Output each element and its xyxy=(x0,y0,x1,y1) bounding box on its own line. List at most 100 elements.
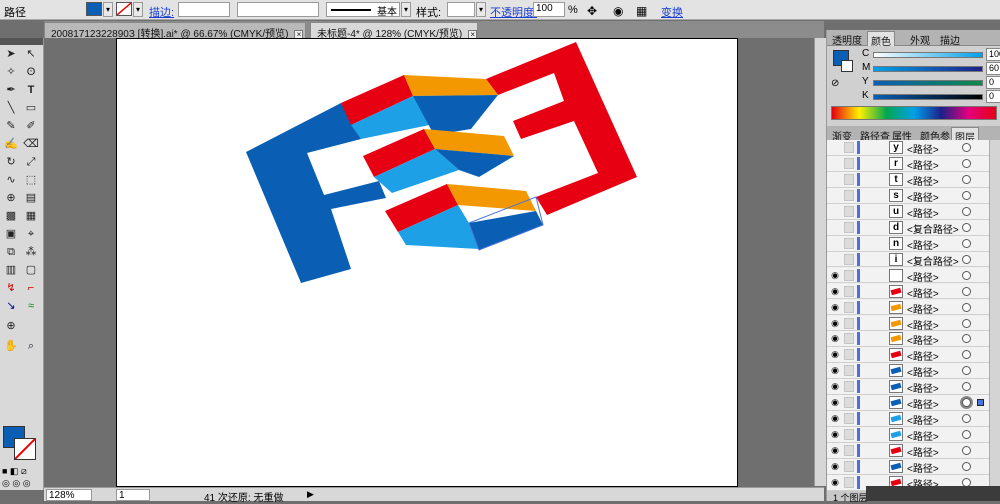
lock-toggle[interactable] xyxy=(844,381,854,393)
eye-icon[interactable] xyxy=(830,254,840,264)
eye-icon[interactable] xyxy=(830,190,840,200)
crosshair-tool-icon[interactable]: ⊕ xyxy=(2,318,20,334)
tab-document-1[interactable]: 20081712322890З [转换].ai* @ 66.67% (CMYK/… xyxy=(44,22,306,40)
eye-icon[interactable]: ◉ xyxy=(830,445,840,455)
layer-row[interactable]: i <复合路径> xyxy=(827,251,989,268)
layer-row[interactable]: r <路径> xyxy=(827,155,989,172)
layers-scrollbar[interactable] xyxy=(989,140,1000,491)
eye-icon[interactable] xyxy=(830,222,840,232)
target-icon[interactable] xyxy=(962,414,971,424)
selection-tool-icon[interactable]: ➤ xyxy=(2,46,20,62)
eye-icon[interactable]: ◉ xyxy=(830,429,840,439)
direct-selection-tool-icon[interactable]: ↖ xyxy=(22,46,40,62)
eyedropper-tool-icon[interactable]: ⌖ xyxy=(22,226,40,242)
layer-row[interactable]: y <路径> xyxy=(827,140,989,156)
blob-brush-tool-icon[interactable]: ✍ xyxy=(2,136,20,152)
channel-m-slider[interactable] xyxy=(873,66,983,72)
layer-row[interactable]: ◉ <路径> xyxy=(827,331,989,347)
layer-row[interactable]: ◉ <路径> xyxy=(827,443,989,459)
stroke-swatch[interactable] xyxy=(116,2,132,16)
transform-link[interactable]: 变换 xyxy=(661,4,683,20)
eye-icon[interactable]: ◉ xyxy=(830,381,840,391)
target-icon[interactable] xyxy=(962,143,971,152)
lock-toggle[interactable] xyxy=(844,301,854,313)
target-icon[interactable] xyxy=(962,446,971,456)
status-menu-arrow[interactable]: ▶ xyxy=(307,489,314,500)
selection-indicator[interactable] xyxy=(977,399,984,407)
opacity-label[interactable]: 不透明度: xyxy=(490,4,537,20)
slice-tool-icon[interactable]: ↯ xyxy=(2,280,20,296)
target-icon[interactable] xyxy=(962,254,971,264)
style-dropdown-arrow[interactable]: ▾ xyxy=(476,2,486,17)
mesh-tool-icon[interactable]: ▦ xyxy=(22,208,40,224)
target-icon[interactable] xyxy=(962,302,971,312)
lock-toggle[interactable] xyxy=(844,429,854,441)
eye-icon[interactable] xyxy=(830,238,840,248)
brush-profile-field[interactable]: 基本 xyxy=(326,2,400,18)
lock-toggle[interactable] xyxy=(844,205,854,217)
stroke-dropdown-arrow[interactable]: ▾ xyxy=(133,2,143,17)
target-icon[interactable] xyxy=(962,238,971,248)
out-of-gamut-icon[interactable]: ⊘ xyxy=(831,78,839,89)
stroke-color-box[interactable] xyxy=(14,438,36,460)
eye-icon[interactable]: ◉ xyxy=(830,461,840,471)
eye-icon[interactable]: ◉ xyxy=(830,333,840,343)
twirl-tool-icon[interactable]: ≈ xyxy=(22,298,40,314)
target-icon[interactable] xyxy=(962,366,971,376)
tab-stroke-panel[interactable]: 描边 xyxy=(937,31,963,47)
eye-icon[interactable]: ◉ xyxy=(830,318,840,328)
panel-stroke-swatch[interactable] xyxy=(841,60,853,72)
target-icon[interactable] xyxy=(962,462,971,472)
layer-row[interactable]: ◉ <路径> xyxy=(827,411,989,427)
lock-toggle[interactable] xyxy=(844,237,854,249)
target-icon[interactable] xyxy=(962,350,971,360)
gradient-tool-icon[interactable]: ▣ xyxy=(2,226,20,242)
column-graph-tool-icon[interactable]: ▥ xyxy=(2,262,20,278)
logo-artwork[interactable] xyxy=(117,39,739,488)
page-field[interactable]: 1 xyxy=(116,489,150,501)
channel-c-value[interactable]: 100 xyxy=(986,48,1000,61)
eye-icon[interactable] xyxy=(830,206,840,216)
layer-row[interactable]: ◉ <路径> xyxy=(827,299,989,316)
type-tool-icon[interactable]: T xyxy=(22,82,40,98)
recolor-icon[interactable]: ✥ xyxy=(587,4,597,18)
fill-swatch[interactable] xyxy=(86,2,102,16)
tab-appearance[interactable]: 外观 xyxy=(907,31,933,47)
blend-tool-icon[interactable]: ⧉ xyxy=(2,244,20,260)
eye-icon[interactable]: ◉ xyxy=(830,302,840,312)
channel-y-slider[interactable] xyxy=(873,80,983,86)
pen-tool-icon[interactable]: ✒ xyxy=(2,82,20,98)
fill-dropdown-arrow[interactable]: ▾ xyxy=(103,2,113,17)
layer-row[interactable]: ◉ <路径> xyxy=(827,363,989,379)
isolate-icon[interactable]: ◉ xyxy=(613,4,623,18)
eraser-tool-icon[interactable]: ⌫ xyxy=(22,136,40,152)
symbol-sprayer-tool-icon[interactable]: ⁂ xyxy=(22,244,40,260)
layer-row[interactable]: s <路径> xyxy=(827,187,989,204)
lock-toggle[interactable] xyxy=(844,349,854,361)
align-icon[interactable]: ▦ xyxy=(636,4,647,18)
lock-toggle[interactable] xyxy=(844,221,854,233)
layer-row[interactable]: t <路径> xyxy=(827,171,989,188)
lock-toggle[interactable] xyxy=(844,413,854,425)
target-icon[interactable] xyxy=(962,190,971,200)
live-paint-tool-icon[interactable]: ▤ xyxy=(22,190,40,206)
layer-row[interactable]: ◉ <路径> xyxy=(827,459,989,475)
eye-icon[interactable] xyxy=(830,158,840,168)
style-swatch[interactable] xyxy=(447,2,475,17)
layer-row[interactable]: d <复合路径> xyxy=(827,219,989,236)
magic-wand-tool-icon[interactable]: ✧ xyxy=(2,64,20,80)
slice-select-tool-icon[interactable]: ⌐ xyxy=(22,280,40,296)
paintbrush-tool-icon[interactable]: ✎ xyxy=(2,118,20,134)
tab-color[interactable]: 颜色 xyxy=(867,31,895,48)
width-tool-icon[interactable]: ↘ xyxy=(2,298,20,314)
warp-tool-icon[interactable]: ∿ xyxy=(2,172,20,188)
artboard-tool-icon[interactable]: ▢ xyxy=(22,262,40,278)
target-icon[interactable] xyxy=(962,222,971,232)
stroke-weight-field[interactable] xyxy=(178,2,230,17)
lock-toggle[interactable] xyxy=(844,461,854,473)
lasso-tool-icon[interactable]: ʘ xyxy=(22,64,40,80)
channel-m-value[interactable]: 60 xyxy=(986,62,1000,75)
perspective-grid-tool-icon[interactable]: ▩ xyxy=(2,208,20,224)
drawing-mode-icons[interactable]: ◎ ◎ ◎ xyxy=(2,478,42,488)
target-icon[interactable] xyxy=(962,398,971,408)
